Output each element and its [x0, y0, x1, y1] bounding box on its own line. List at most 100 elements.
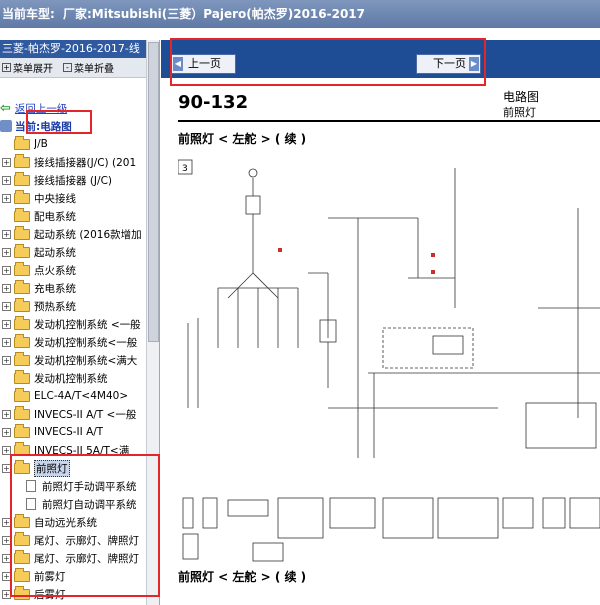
expand-toggle-icon[interactable]: +: [2, 553, 11, 563]
current-node: 当前: 电路图: [0, 117, 146, 135]
tree-item-label: 前照灯手动调平系统: [42, 480, 137, 493]
tree-item[interactable]: + INVECS-II 5A/T<满: [0, 441, 146, 459]
tree-item-label: 前雾灯: [34, 570, 66, 583]
folder-icon: [14, 333, 30, 348]
tree-item-label: 自动远光系统: [34, 516, 97, 529]
current-prefix: 当前:: [15, 120, 41, 133]
tree-item[interactable]: 前照灯手动调平系统: [0, 477, 146, 495]
prev-page-button[interactable]: ◀ 上一页: [171, 54, 236, 74]
tree-item-label: 发动机控制系统<一般: [34, 336, 138, 349]
tree-item[interactable]: + INVECS-II A/T: [0, 423, 146, 441]
tree-item[interactable]: + 起动系统: [0, 243, 146, 261]
vehicle-label: 当前车型:: [2, 7, 55, 21]
tree-item[interactable]: 配电系统: [0, 207, 146, 225]
expand-toggle-icon[interactable]: +: [2, 535, 11, 545]
folder-icon: [14, 225, 30, 240]
expand-toggle-icon[interactable]: +: [2, 337, 11, 347]
page-number: 90-132: [178, 92, 249, 113]
tree-item-label: 配电系统: [34, 210, 76, 223]
tree-item[interactable]: + 前雾灯: [0, 567, 146, 585]
expand-toggle-icon[interactable]: +: [2, 301, 11, 311]
collapse-all-button[interactable]: - 菜单折叠: [63, 60, 114, 75]
tree-item[interactable]: + 前照灯: [0, 459, 146, 477]
tree-item-label: 发动机控制系统: [34, 372, 108, 385]
expand-toggle-icon[interactable]: +: [2, 355, 11, 365]
tree-item[interactable]: + 接线插接器 (J/C): [0, 171, 146, 189]
tree-item[interactable]: + 发动机控制系统<一般: [0, 333, 146, 351]
folder-icon: [14, 207, 30, 222]
folder-icon: [14, 441, 30, 456]
folder-icon: [14, 153, 30, 168]
expand-toggle-icon[interactable]: +: [2, 589, 11, 599]
tree-item[interactable]: ELC-4A/T<4M40>: [0, 387, 146, 405]
current-label: 电路图: [40, 120, 72, 133]
tree-scrollbar[interactable]: [146, 40, 159, 605]
folder-icon: [14, 405, 30, 420]
left-arrow-icon: ◀: [173, 57, 183, 71]
tree-item[interactable]: + 中央接线: [0, 189, 146, 207]
tree-item[interactable]: + 预热系统: [0, 297, 146, 315]
back-link[interactable]: ⇦ 返回上一级: [0, 99, 146, 117]
document-pane: ◀ 上一页 下一页 ▶ 90-132 电路图 前照灯 前照灯 < 左舵 > ( …: [161, 28, 600, 605]
expand-toggle-icon[interactable]: +: [2, 175, 11, 185]
expand-toggle-icon[interactable]: +: [2, 409, 11, 419]
tree-list: J/B + 接线插接器(J/C) (201 + 接线插接器 (J/C) + 中央接线 配电系统…: [0, 135, 146, 603]
tree-item[interactable]: + 发动机控制系统 <一般: [0, 315, 146, 333]
tree-item-label: 前照灯: [34, 459, 70, 477]
tree-item[interactable]: + 充电系统: [0, 279, 146, 297]
tree-item[interactable]: + 尾灯、示廓灯、牌照灯: [0, 531, 146, 549]
figure-number: 3: [182, 164, 188, 174]
computer-icon: [0, 120, 12, 132]
right-arrow-icon: ▶: [469, 57, 479, 71]
tree-item[interactable]: + 自动远光系统: [0, 513, 146, 531]
back-arrow-icon: ⇦: [0, 100, 11, 116]
tree-item[interactable]: 前照灯自动调平系统: [0, 495, 146, 513]
expand-toggle-icon[interactable]: +: [2, 229, 11, 239]
tree-header: 三菱-帕杰罗-2016-2017-线: [0, 40, 159, 58]
tree-item-label: 预热系统: [34, 300, 76, 313]
header-subtitle: 前照灯: [503, 106, 536, 119]
folder-icon: [14, 135, 30, 150]
tree-item[interactable]: + 发动机控制系统<满大: [0, 351, 146, 369]
tree-item-label: INVECS-II A/T: [34, 426, 104, 438]
tree-item[interactable]: + 接线插接器(J/C) (201: [0, 153, 146, 171]
folder-icon: [14, 315, 30, 330]
header-rule: [178, 120, 600, 122]
expand-all-button[interactable]: + 菜单展开: [2, 60, 53, 75]
folder-icon: [14, 279, 30, 294]
tree-item[interactable]: + 点火系统: [0, 261, 146, 279]
tree-item-label: 中央接线: [34, 192, 76, 205]
expand-toggle-icon[interactable]: +: [2, 283, 11, 293]
folder-icon: [14, 351, 30, 366]
scroll-thumb[interactable]: [148, 42, 159, 342]
folder-icon: [14, 585, 30, 600]
tree-item[interactable]: 发动机控制系统: [0, 369, 146, 387]
tree-item[interactable]: J/B: [0, 135, 146, 153]
expand-toggle-icon[interactable]: +: [2, 571, 11, 581]
next-page-button[interactable]: 下一页 ▶: [416, 54, 481, 74]
tree-item-label: 尾灯、示廓灯、牌照灯: [34, 534, 139, 547]
folder-icon: [14, 261, 30, 276]
expand-toggle-icon[interactable]: +: [2, 517, 11, 527]
tree-item[interactable]: + 后雾灯: [0, 585, 146, 603]
tree-item[interactable]: + 尾灯、示廓灯、牌照灯: [0, 549, 146, 567]
document-icon: [26, 498, 36, 510]
header-title: 电路图: [503, 90, 540, 104]
expand-toggle-icon[interactable]: +: [2, 463, 11, 473]
document-page: 90-132 电路图 前照灯 前照灯 < 左舵 > ( 续 ) 3 前照灯 < …: [161, 78, 600, 605]
tree-item-label: J/B: [34, 138, 48, 150]
tree-item[interactable]: + INVECS-II A/T <一般: [0, 405, 146, 423]
expand-toggle-icon[interactable]: +: [2, 445, 11, 455]
expand-toggle-icon[interactable]: +: [2, 157, 11, 167]
expand-toggle-icon[interactable]: +: [2, 427, 11, 437]
expand-toggle-icon[interactable]: +: [2, 265, 11, 275]
tree-item-label: INVECS-II 5A/T<满: [34, 444, 130, 457]
tree-item-label: ELC-4A/T<4M40>: [34, 390, 129, 402]
folder-icon: [14, 549, 30, 564]
tree-item[interactable]: + 起动系统 (2016款增加: [0, 225, 146, 243]
expand-toggle-icon[interactable]: +: [2, 247, 11, 257]
expand-toggle-icon[interactable]: +: [2, 193, 11, 203]
expand-toggle-icon[interactable]: +: [2, 319, 11, 329]
page-nav-bar: ◀ 上一页 下一页 ▶: [161, 40, 600, 78]
tree-pane: 三菱-帕杰罗-2016-2017-线 + 菜单展开 - 菜单折叠 ⇦ 返回上一级…: [0, 40, 160, 605]
